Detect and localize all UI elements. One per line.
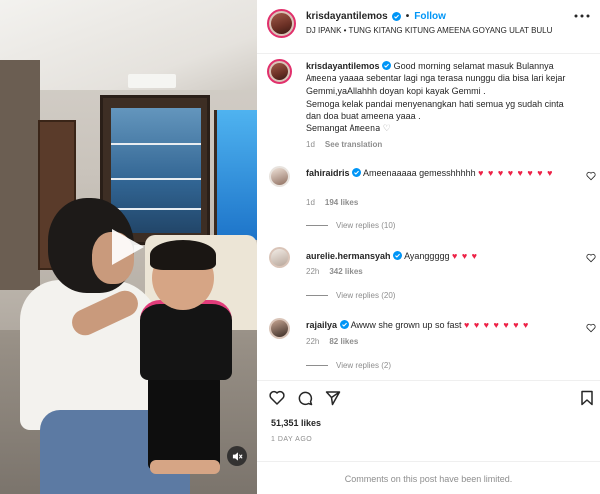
post-date: 1 DAY AGO bbox=[271, 436, 313, 443]
caption-mention: Ameena bbox=[306, 74, 337, 85]
video-scene-blue-cabinet bbox=[214, 110, 257, 240]
view-replies-link[interactable]: View replies (20) bbox=[306, 291, 395, 300]
comment-username[interactable]: rajailya bbox=[306, 320, 337, 330]
play-icon[interactable] bbox=[108, 225, 148, 269]
cabinet-glass bbox=[111, 108, 201, 233]
comment-emoji: ♥ ♥ ♥ ♥ ♥ ♥ ♥ bbox=[463, 320, 530, 330]
comment-text: Awww she grown up so fast bbox=[350, 320, 462, 330]
comments-limited-notice: Comments on this post have been limited. bbox=[257, 461, 600, 494]
comment-emoji: ♥ ♥ ♥ bbox=[451, 251, 479, 261]
video-baby-body bbox=[140, 300, 232, 380]
author-username[interactable]: krisdayantilemos bbox=[306, 11, 388, 22]
video-baby-feet bbox=[150, 460, 220, 474]
view-replies-label: View replies (2) bbox=[336, 361, 391, 370]
post-actions: 51,351 likes 1 DAY AGO Comments on this … bbox=[257, 380, 600, 494]
caption-text: dan doa buat ameena yaaa . bbox=[306, 110, 421, 121]
verified-badge-icon bbox=[339, 320, 349, 329]
comment-avatar[interactable] bbox=[269, 247, 290, 268]
comment-avatar[interactable] bbox=[269, 318, 290, 339]
cabinet-shelf bbox=[111, 143, 201, 145]
comment: fahiraidris Ameenaaaaa gemesshhhhh ♥ ♥ ♥… bbox=[306, 167, 578, 179]
view-replies-link[interactable]: View replies (2) bbox=[306, 361, 391, 370]
comment-likes[interactable]: 194 likes bbox=[325, 198, 358, 207]
heart-icon[interactable] bbox=[269, 390, 285, 406]
post-header: krisdayantilemos • Follow DJ IPANK • TUN… bbox=[257, 0, 600, 54]
follow-button[interactable]: Follow bbox=[414, 11, 446, 22]
verified-badge-icon bbox=[382, 61, 392, 70]
comment-time: 22h bbox=[306, 337, 320, 346]
mute-button[interactable] bbox=[227, 446, 247, 466]
comment-username[interactable]: aurelie.hermansyah bbox=[306, 251, 391, 261]
caption-username[interactable]: krisdayantilemos bbox=[306, 61, 380, 71]
comment-avatar[interactable] bbox=[269, 166, 290, 187]
verified-badge-icon bbox=[393, 251, 403, 260]
caption-emoji: ♡ bbox=[382, 123, 391, 134]
comment: aurelie.hermansyah Ayanggggg ♥ ♥ ♥ bbox=[306, 250, 578, 262]
avatar-image bbox=[271, 320, 288, 337]
caption-mention: Ameena bbox=[349, 124, 381, 135]
share-icon[interactable] bbox=[325, 390, 341, 406]
view-replies-label: View replies (10) bbox=[336, 221, 396, 230]
comment-text: Ameenaaaaa gemesshhhhh bbox=[363, 168, 476, 178]
video-scene-ac bbox=[128, 74, 176, 88]
audio-track-link[interactable]: DJ IPANK • TUNG KITANG KITUNG AMEENA GOY… bbox=[306, 26, 552, 35]
comment-time: 22h bbox=[306, 267, 320, 276]
comment-likes[interactable]: 82 likes bbox=[329, 337, 358, 346]
caption-text: Good morning selamat masuk Bulannya bbox=[393, 61, 554, 71]
view-replies-label: View replies (20) bbox=[336, 291, 396, 300]
comment-meta: 22h 82 likes bbox=[306, 337, 358, 346]
author-avatar[interactable] bbox=[267, 9, 296, 38]
avatar-image bbox=[271, 13, 292, 34]
replies-divider bbox=[306, 225, 328, 226]
comment-meta: 1d 194 likes bbox=[306, 198, 358, 207]
comment-like-icon[interactable] bbox=[586, 323, 596, 333]
comment-time: 1d bbox=[306, 198, 315, 207]
comments-section[interactable]: krisdayantilemos Good morning selamat ma… bbox=[257, 54, 600, 380]
comment-username[interactable]: fahiraidris bbox=[306, 168, 350, 178]
video-person-woman bbox=[20, 280, 160, 430]
avatar-image bbox=[271, 249, 288, 266]
comment-emoji: ♥ ♥ ♥ ♥ ♥ ♥ ♥ ♥ bbox=[478, 168, 554, 178]
comment-text: Ayanggggg bbox=[404, 251, 450, 261]
caption: krisdayantilemos Good morning selamat ma… bbox=[306, 60, 591, 135]
cabinet-shelf bbox=[111, 178, 201, 180]
comment-likes[interactable]: 342 likes bbox=[329, 267, 362, 276]
video-baby-hair bbox=[150, 240, 216, 270]
avatar-image bbox=[271, 63, 288, 80]
post-details-pane: krisdayantilemos • Follow DJ IPANK • TUN… bbox=[257, 0, 600, 494]
more-options-icon[interactable] bbox=[573, 10, 591, 22]
bookmark-icon[interactable] bbox=[579, 390, 595, 406]
view-replies-link[interactable]: View replies (10) bbox=[306, 221, 395, 230]
caption-text: Semangat bbox=[306, 123, 348, 134]
comment: rajailya Awww she grown up so fast ♥ ♥ ♥… bbox=[306, 319, 578, 331]
replies-divider bbox=[306, 295, 328, 296]
caption-text: Semoga kelak pandai menyenangkan hati se… bbox=[306, 98, 564, 109]
comment-meta: 22h 342 likes bbox=[306, 267, 363, 276]
separator-dot: • bbox=[405, 11, 410, 22]
caption-text: yaaaa sebentar lagi nga terasa nunggu di… bbox=[339, 73, 566, 84]
caption-time: 1d bbox=[306, 140, 315, 149]
verified-badge-icon bbox=[391, 12, 401, 21]
video-scene-wall bbox=[0, 60, 40, 290]
avatar-image bbox=[271, 168, 288, 185]
see-translation-link[interactable]: See translation bbox=[325, 140, 382, 149]
caption-avatar[interactable] bbox=[267, 59, 292, 84]
comment-icon[interactable] bbox=[297, 390, 313, 406]
comment-like-icon[interactable] bbox=[586, 253, 596, 263]
caption-meta: 1d See translation bbox=[306, 140, 382, 149]
caption-text: Gemmi,yaAllahhh doyan kopi kayak Gemmi . bbox=[306, 86, 486, 97]
cabinet-shelf bbox=[111, 208, 201, 210]
post-video[interactable] bbox=[0, 0, 257, 494]
verified-badge-icon bbox=[352, 168, 362, 177]
comment-like-icon[interactable] bbox=[586, 171, 596, 181]
video-baby-legs bbox=[148, 375, 220, 470]
likes-count[interactable]: 51,351 likes bbox=[271, 418, 321, 428]
volume-off-icon bbox=[232, 451, 243, 461]
replies-divider bbox=[306, 365, 328, 366]
author-line: krisdayantilemos • Follow bbox=[306, 11, 446, 22]
